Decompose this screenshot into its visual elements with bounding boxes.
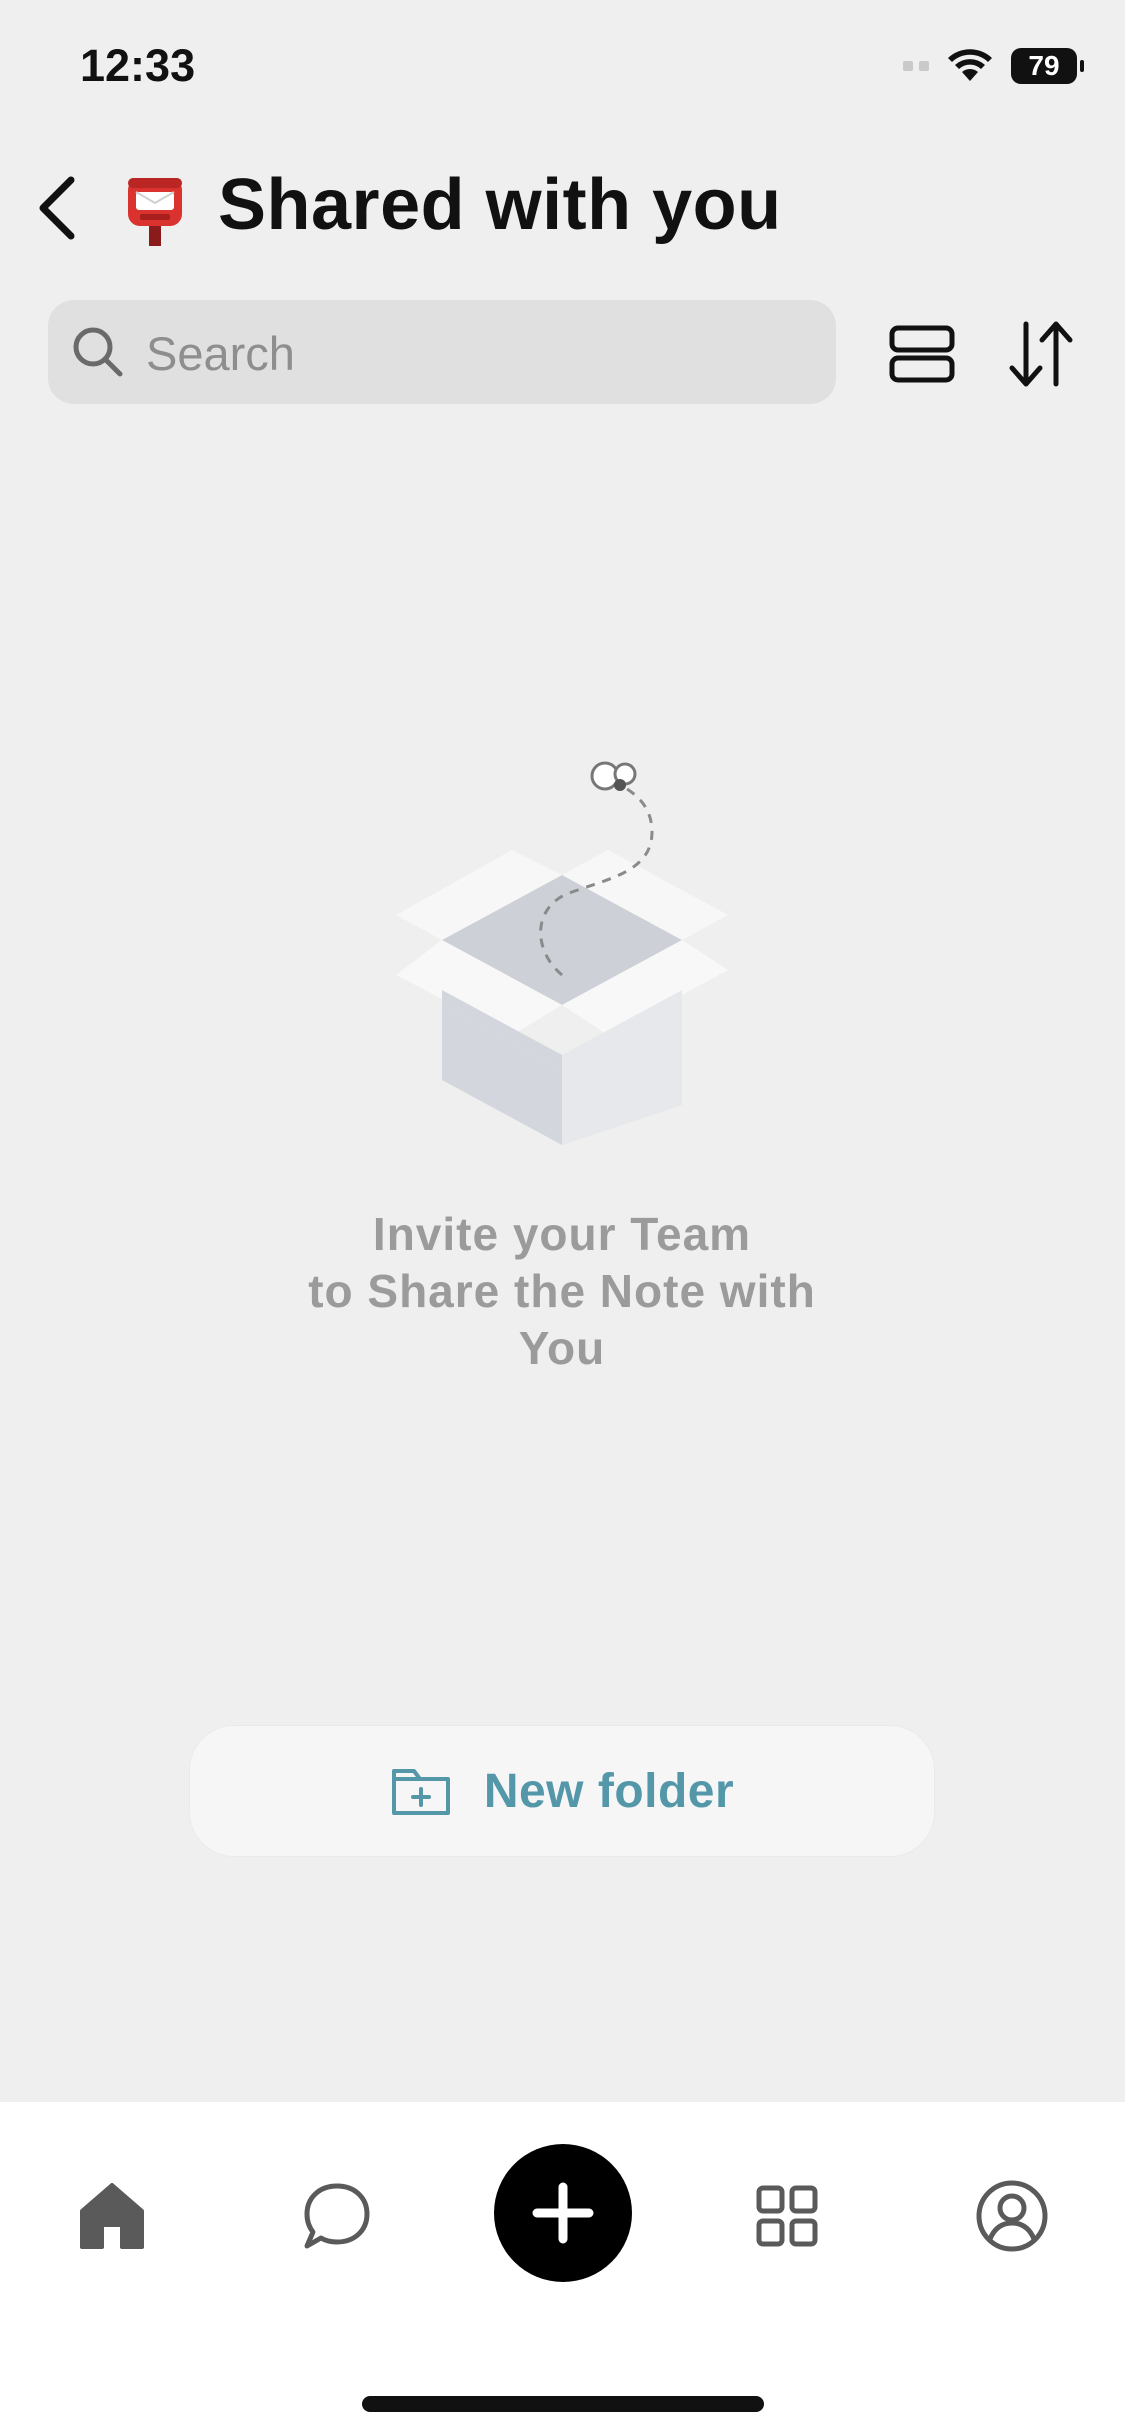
list-view-icon[interactable] — [886, 318, 958, 390]
open-box-icon — [396, 761, 728, 1145]
sort-icon[interactable] — [1002, 316, 1080, 392]
tab-profile[interactable] — [972, 2176, 1052, 2256]
status-indicators: 79 — [903, 48, 1084, 84]
profile-icon — [976, 2180, 1048, 2252]
wifi-icon — [948, 49, 992, 81]
tab-home[interactable] — [72, 2176, 152, 2256]
apps-icon — [756, 2185, 818, 2247]
plus-icon — [532, 2182, 594, 2244]
home-indicator — [362, 2396, 764, 2412]
folder-plus-icon — [391, 1769, 450, 1815]
header: Shared with you — [0, 150, 1125, 270]
tab-apps[interactable] — [747, 2176, 827, 2256]
tab-bar — [0, 2102, 1125, 2436]
search-input[interactable] — [144, 320, 808, 386]
home-icon — [80, 2183, 144, 2249]
search-bar[interactable] — [48, 300, 836, 404]
back-button[interactable] — [22, 168, 92, 248]
page-title: Shared with you — [218, 165, 782, 245]
postbox-icon — [128, 178, 182, 246]
empty-state-line: to Share the Note with — [308, 1265, 816, 1317]
chat-icon — [304, 2183, 370, 2249]
new-folder-label: New folder — [483, 1764, 735, 1818]
battery-indicator: 79 — [1011, 48, 1084, 84]
tab-add[interactable] — [494, 2144, 632, 2282]
status-bar: 12:33 79 — [0, 0, 1125, 130]
empty-state-message: Invite your Team to Share the Note with … — [262, 1206, 862, 1377]
cellular-signal-icon — [903, 61, 929, 71]
status-time: 12:33 — [80, 40, 196, 91]
empty-state-line: Invite your Team — [372, 1208, 752, 1260]
search-icon — [73, 327, 123, 377]
tab-chat[interactable] — [297, 2176, 377, 2256]
new-folder-button[interactable]: New folder — [190, 1726, 934, 1856]
empty-state-line: You — [518, 1322, 606, 1374]
chevron-left-icon — [39, 176, 75, 240]
